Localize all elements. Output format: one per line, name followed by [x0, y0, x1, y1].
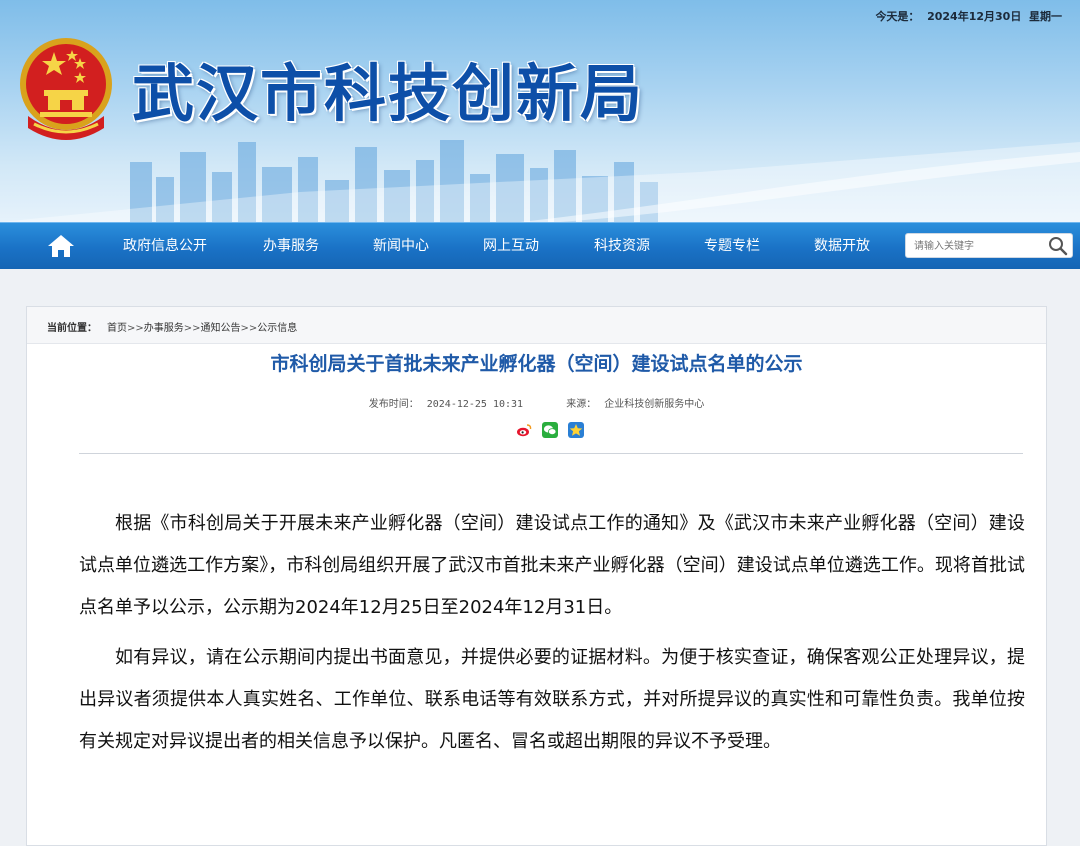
article-meta: 发布时间： 2024-12-25 10:31 来源： 企业科技创新服务中心 — [27, 395, 1046, 410]
nav-item-resources[interactable]: 科技资源 — [594, 223, 650, 269]
header-banner: 今天是： 2024年12月30日 星期一 武汉市科技创新局 — [0, 0, 1080, 222]
site-title: 武汉市科技创新局 — [132, 57, 645, 130]
home-icon[interactable] — [46, 233, 76, 259]
wechat-icon[interactable] — [542, 422, 559, 438]
source-label: 来源： — [566, 399, 597, 410]
breadcrumb-label: 当前位置： — [47, 323, 97, 334]
city-skyline-graphic — [0, 140, 1080, 222]
article-paragraph: 如有异议，请在公示期间内提出书面意见，并提供必要的证据材料。为便于核实查证，确保… — [79, 647, 1025, 752]
breadcrumb-trail: 首页>>办事服务>>通知公告>>公示信息 — [107, 319, 297, 334]
breadcrumb-item-notices[interactable]: 通知公告 — [201, 323, 241, 334]
article-body: 根据《市科创局关于开展未来产业孵化器（空间）建设试点工作的通知》及《武汉市未来产… — [79, 503, 1025, 763]
qzone-icon[interactable] — [568, 422, 585, 438]
nav-item-news[interactable]: 新闻中心 — [373, 223, 429, 269]
breadcrumb: 当前位置： 首页>>办事服务>>通知公告>>公示信息 — [27, 307, 1046, 344]
nav-item-services[interactable]: 办事服务 — [263, 223, 319, 269]
title-divider — [79, 453, 1023, 454]
article-card: 当前位置： 首页>>办事服务>>通知公告>>公示信息 市科创局关于首批未来产业孵… — [26, 306, 1047, 846]
breadcrumb-item-public-info[interactable]: 公示信息 — [257, 323, 297, 334]
weibo-icon[interactable] — [516, 422, 532, 438]
breadcrumb-separator: >> — [127, 323, 144, 334]
nav-item-gov-info[interactable]: 政府信息公开 — [123, 223, 207, 269]
share-bar — [516, 422, 589, 440]
article-title: 市科创局关于首批未来产业孵化器（空间）建设试点名单的公示 — [270, 353, 803, 375]
nav-item-topics[interactable]: 专题专栏 — [704, 223, 760, 269]
publish-time-label: 发布时间： — [368, 399, 419, 410]
search-icon[interactable] — [1048, 236, 1068, 256]
national-emblem-icon — [20, 38, 112, 140]
main-nav: 政府信息公开 办事服务 新闻中心 网上互动 科技资源 专题专栏 数据开放 — [0, 222, 1080, 269]
breadcrumb-item-home[interactable]: 首页 — [107, 323, 127, 334]
breadcrumb-item-services[interactable]: 办事服务 — [144, 323, 184, 334]
search-input[interactable] — [914, 238, 1044, 254]
source-value: 企业科技创新服务中心 — [604, 399, 705, 410]
breadcrumb-separator: >> — [183, 323, 201, 334]
current-date: 今天是： 2024年12月30日 星期一 — [875, 10, 1062, 23]
publish-time: 2024-12-25 10:31 — [426, 399, 524, 410]
nav-item-open-data[interactable]: 数据开放 — [814, 223, 870, 269]
article-paragraph: 根据《市科创局关于开展未来产业孵化器（空间）建设试点工作的通知》及《武汉市未来产… — [79, 513, 1025, 618]
breadcrumb-separator: >> — [240, 323, 258, 334]
nav-item-interaction[interactable]: 网上互动 — [483, 223, 539, 269]
search-box — [905, 233, 1073, 258]
